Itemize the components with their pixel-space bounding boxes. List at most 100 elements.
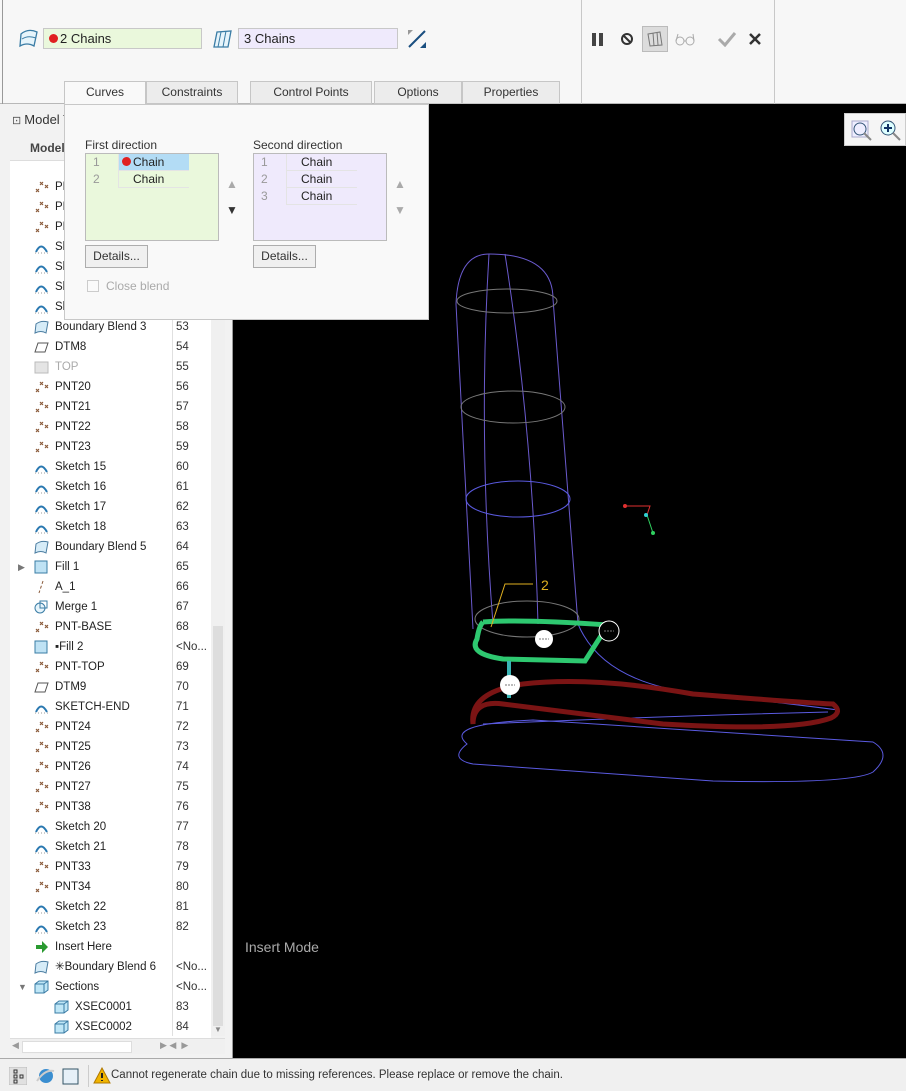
tree-item[interactable]: ✳Boundary Blend 6 <No...	[10, 957, 211, 977]
row-number: 2	[86, 171, 119, 188]
tree-item[interactable]: PNT25 73	[10, 737, 211, 757]
tree-item-id: 63	[176, 521, 189, 533]
tree-item[interactable]: Sketch 20 77	[10, 817, 211, 837]
tree-item[interactable]: PNT38 76	[10, 797, 211, 817]
row-number: 1	[254, 154, 287, 171]
tree-item[interactable]: PNT24 72	[10, 717, 211, 737]
list-item[interactable]: 2 Chain	[254, 171, 386, 188]
tree-item[interactable]: ▼ Sections <No...	[10, 977, 211, 997]
model-tree-toggle-icon[interactable]	[9, 1067, 27, 1085]
tree-item-id: 82	[176, 921, 189, 933]
tree-item[interactable]: Merge 1 67	[10, 597, 211, 617]
row-label: Chain	[287, 171, 357, 188]
point-icon	[34, 860, 49, 874]
tree-item-id: 66	[176, 581, 189, 593]
first-details-button[interactable]: Details...	[85, 245, 148, 268]
preview-geometry-icon	[647, 31, 663, 47]
sketch-icon	[34, 300, 49, 314]
first-direction-collector[interactable]: 2 Chains	[43, 28, 202, 49]
tree-item[interactable]: TOP 55	[10, 357, 211, 377]
glasses-icon	[675, 33, 695, 46]
browser-icon[interactable]	[35, 1067, 55, 1085]
tree-item[interactable]: Insert Here	[10, 937, 211, 957]
list-item[interactable]: 1 Chain	[254, 154, 386, 171]
tree-item[interactable]: Sketch 16 61	[10, 477, 211, 497]
tree-item-label: PNT34	[55, 881, 91, 893]
tree-item[interactable]: A_1 66	[10, 577, 211, 597]
tree-item[interactable]: ▶ Fill 1 65	[10, 557, 211, 577]
cancel-button[interactable]	[742, 26, 768, 52]
tree-item[interactable]: PNT21 57	[10, 397, 211, 417]
swap-directions-icon[interactable]	[405, 27, 429, 51]
tree-item-id: 67	[176, 601, 189, 613]
move-up-icon[interactable]: ▲	[394, 177, 406, 191]
tree-item-id: 57	[176, 401, 189, 413]
tree-item[interactable]: Sketch 23 82	[10, 917, 211, 937]
tree-item-id: 80	[176, 881, 189, 893]
pause-button[interactable]	[585, 26, 611, 52]
tab-constraints[interactable]: Constraints	[146, 81, 238, 104]
tree-item[interactable]: ▪Fill 2 <No...	[10, 637, 211, 657]
tree-item[interactable]: PNT33 79	[10, 857, 211, 877]
tree-item[interactable]: DTM9 70	[10, 677, 211, 697]
tree-item-id: 62	[176, 501, 189, 513]
tab-options[interactable]: Options	[374, 81, 462, 104]
tree-item[interactable]: PNT22 58	[10, 417, 211, 437]
verify-button[interactable]	[672, 26, 698, 52]
tree-item[interactable]: PNT-TOP 69	[10, 657, 211, 677]
first-direction-list[interactable]: 1 Chain 2 Chain	[85, 153, 219, 241]
move-up-icon[interactable]: ▲	[226, 177, 238, 191]
first-direction-label: First direction	[85, 138, 158, 152]
tab-curves[interactable]: Curves	[64, 81, 146, 105]
tree-item[interactable]: PNT23 59	[10, 437, 211, 457]
tree-item[interactable]: Sketch 17 62	[10, 497, 211, 517]
sketch-icon	[34, 460, 49, 474]
tree-item-id: 74	[176, 761, 189, 773]
tab-control-points[interactable]: Control Points	[250, 81, 372, 104]
tree-item[interactable]: Boundary Blend 3 53	[10, 317, 211, 337]
geometry-preview-button[interactable]	[642, 26, 668, 52]
tree-item[interactable]: SKETCH-END 71	[10, 697, 211, 717]
collapse-icon[interactable]: ▼	[18, 977, 27, 997]
tree-item-label: ✳Boundary Blend 6	[55, 961, 157, 973]
move-down-icon[interactable]: ▼	[394, 203, 406, 217]
tree-horizontal-scrollbar[interactable]: ◀ ▶ ◀ ▶	[10, 1038, 225, 1054]
move-down-icon[interactable]: ▼	[226, 203, 238, 217]
no-preview-button[interactable]	[614, 26, 640, 52]
tree-item[interactable]: XSEC0001 83	[10, 997, 211, 1017]
blend-icon	[34, 540, 49, 554]
tree-item[interactable]: Sketch 22 81	[10, 897, 211, 917]
expand-icon[interactable]: ▶	[18, 557, 25, 577]
tree-item[interactable]: Sketch 15 60	[10, 457, 211, 477]
tree-item[interactable]: PNT26 74	[10, 757, 211, 777]
list-item[interactable]: 3 Chain	[254, 188, 386, 205]
blend-icon	[34, 960, 49, 974]
list-item[interactable]: 2 Chain	[86, 171, 218, 188]
tree-item-label: DTM9	[55, 681, 87, 693]
tree-item[interactable]: DTM8 54	[10, 337, 211, 357]
tree-item[interactable]: XSEC0002 84	[10, 1017, 211, 1037]
first-direction-icon	[19, 29, 38, 48]
tree-item-label: Insert Here	[55, 941, 112, 953]
tree-item-label: Sketch 20	[55, 821, 107, 833]
tree-item[interactable]: PNT-BASE 68	[10, 617, 211, 637]
tree-item-label: PNT23	[55, 441, 91, 453]
point-icon	[34, 420, 49, 434]
tree-item[interactable]: PNT34 80	[10, 877, 211, 897]
list-item[interactable]: 1 Chain	[86, 154, 218, 171]
tree-item[interactable]: PNT27 75	[10, 777, 211, 797]
second-direction-list[interactable]: 1 Chain 2 Chain 3 Chain	[253, 153, 387, 241]
tree-item-id: 78	[176, 841, 189, 853]
tree-item-id: <No...	[176, 961, 208, 973]
second-direction-collector[interactable]: 3 Chains	[238, 28, 398, 49]
close-blend-checkbox[interactable]	[87, 280, 99, 292]
tree-item[interactable]: PNT20 56	[10, 377, 211, 397]
ok-button[interactable]	[714, 26, 740, 52]
tree-item[interactable]: Boundary Blend 5 64	[10, 537, 211, 557]
full-screen-icon[interactable]	[62, 1068, 79, 1085]
tree-item[interactable]: Sketch 18 63	[10, 517, 211, 537]
tree-item[interactable]: Sketch 21 78	[10, 837, 211, 857]
second-details-button[interactable]: Details...	[253, 245, 316, 268]
row-label: Chain	[287, 188, 357, 205]
tab-properties[interactable]: Properties	[462, 81, 560, 104]
